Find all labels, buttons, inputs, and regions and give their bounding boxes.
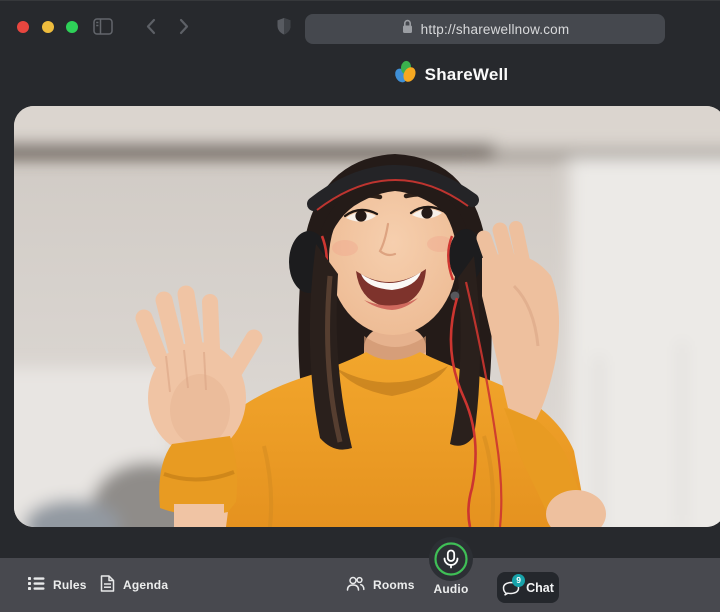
rules-label: Rules bbox=[53, 578, 87, 592]
rules-button[interactable]: Rules bbox=[28, 558, 87, 612]
forward-icon[interactable] bbox=[177, 18, 191, 40]
brand-header: ShareWell bbox=[0, 60, 720, 90]
brand-name: ShareWell bbox=[425, 65, 509, 85]
rooms-people-icon bbox=[346, 576, 365, 594]
address-bar[interactable]: http://sharewellnow.com bbox=[305, 14, 665, 44]
rooms-button[interactable]: Rooms bbox=[346, 558, 415, 612]
agenda-document-icon bbox=[100, 575, 115, 595]
back-icon[interactable] bbox=[144, 18, 158, 40]
zoom-window-button[interactable] bbox=[66, 21, 78, 33]
close-window-button[interactable] bbox=[17, 21, 29, 33]
rules-list-icon bbox=[28, 576, 45, 594]
agenda-button[interactable]: Agenda bbox=[100, 558, 168, 612]
chat-unread-badge: 9 bbox=[512, 574, 525, 587]
privacy-shield-icon[interactable] bbox=[276, 17, 292, 41]
sharewell-logo-icon bbox=[392, 59, 419, 91]
url-text: http://sharewellnow.com bbox=[421, 22, 570, 37]
lock-icon bbox=[401, 19, 414, 39]
rooms-label: Rooms bbox=[373, 578, 415, 592]
browser-top-bar: http://sharewellnow.com bbox=[0, 0, 720, 53]
chat-bubble-icon bbox=[502, 585, 520, 599]
chat-label: Chat bbox=[526, 581, 554, 595]
audio-mute-button[interactable] bbox=[429, 537, 473, 581]
audio-label: Audio bbox=[429, 582, 473, 596]
minimize-window-button[interactable] bbox=[42, 21, 54, 33]
chat-button[interactable]: 9 Chat bbox=[497, 572, 559, 603]
video-feed bbox=[14, 106, 720, 527]
sidebar-toggle-icon[interactable] bbox=[93, 18, 113, 40]
agenda-label: Agenda bbox=[123, 578, 168, 592]
meeting-toolbar: Rules Agenda Rooms bbox=[0, 558, 720, 612]
